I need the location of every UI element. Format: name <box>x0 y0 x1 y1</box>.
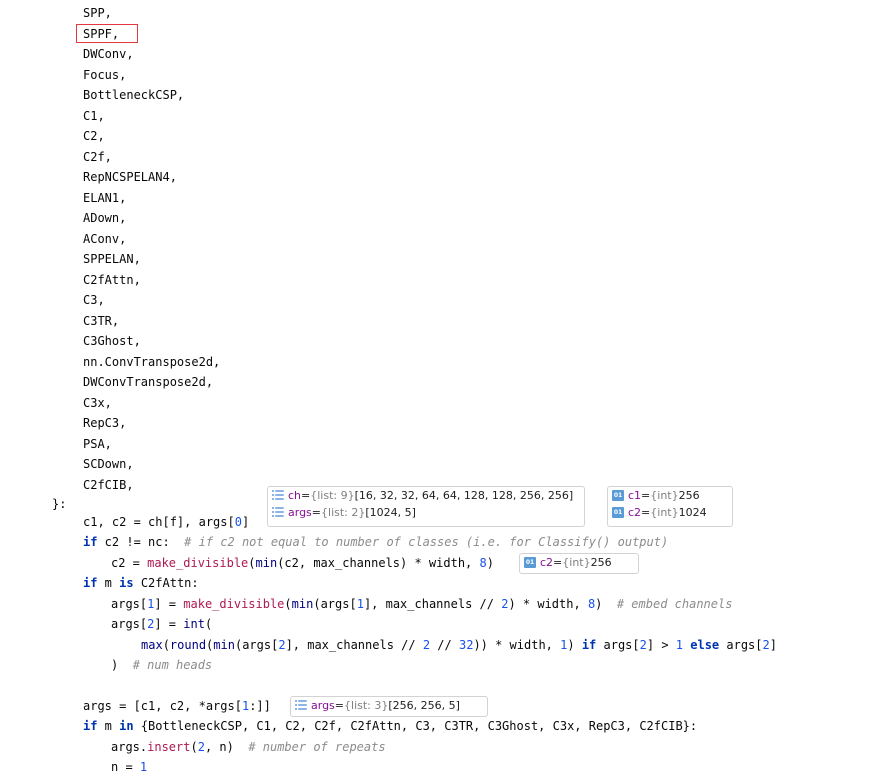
module-list-item: RepC3, <box>83 416 127 430</box>
list-icon <box>272 490 284 501</box>
code-line-c1-c2: c1, c2 = ch[f], args[0] <box>83 515 250 529</box>
module-list-item: nn.ConvTranspose2d, <box>83 354 221 369</box>
module-list-item: ADown, <box>83 211 127 225</box>
code-line-num-heads: ) # num heads <box>111 658 213 672</box>
selection-highlight-box <box>76 24 138 43</box>
module-list-item: C3Ghost, <box>83 334 141 348</box>
code-line-c2-assign: c2 = make_divisible(min(c2, max_channels… <box>111 556 494 570</box>
debug-hint-args[interactable]: args = {list: 2} [1024, 5] <box>268 504 584 521</box>
int-icon: 01 <box>524 557 536 568</box>
debug-hint-c2-result[interactable]: 01 c2 = {int} 256 <box>519 553 639 574</box>
list-icon <box>295 700 307 711</box>
module-list-item: C2fCIB, <box>83 477 134 492</box>
module-list-item: AConv, <box>83 231 127 246</box>
module-list-item: SCDown, <box>83 457 134 471</box>
debug-hint-args-row[interactable]: args = {list: 3} [256, 256, 5] <box>291 697 487 714</box>
code-line-args-list: args = [c1, c2, *args[1:]] <box>83 699 271 713</box>
module-list-item: C2, <box>83 129 105 143</box>
module-list-item: Focus, <box>83 67 127 82</box>
module-list-item: DWConv, <box>83 47 134 61</box>
module-list-item: ELAN1, <box>83 190 127 205</box>
list-icon <box>272 507 284 518</box>
closing-brace-line: }: <box>52 497 67 511</box>
int-icon: 01 <box>612 507 624 518</box>
code-line-args-insert: args.insert(2, n) # number of repeats <box>111 740 386 754</box>
debug-hint-c1[interactable]: 01 c1 = {int} 256 <box>608 487 732 504</box>
module-list-item: PSA, <box>83 436 112 451</box>
debug-hint-c1-c2[interactable]: 01 c1 = {int} 256 01 c2 = {int} 1024 <box>607 486 733 527</box>
module-list-item: SPP, <box>83 6 112 20</box>
module-list-item: C2fAttn, <box>83 272 141 287</box>
code-line-if-m-in: if m in {BottleneckCSP, C1, C2, C2f, C2f… <box>83 719 698 733</box>
module-list-item: DWConvTranspose2d, <box>83 375 214 389</box>
debug-hint-c2[interactable]: 01 c2 = {int} 1024 <box>608 504 732 521</box>
code-line-if-c2fattn: if m is C2fAttn: <box>83 576 199 590</box>
module-list-item: C3x, <box>83 395 112 410</box>
module-list-item: C2f, <box>83 149 112 164</box>
code-line-max-round: max(round(min(args[2], max_channels // 2… <box>141 638 777 652</box>
code-line-if-c2: if c2 != nc: # if c2 not equal to number… <box>83 535 669 549</box>
code-line-args1: args[1] = make_divisible(min(args[1], ma… <box>111 597 733 611</box>
int-icon: 01 <box>612 490 624 501</box>
module-list-item: RepNCSPELAN4, <box>83 170 177 184</box>
module-list-item: C3, <box>83 293 105 307</box>
debug-hint-ch[interactable]: ch = {list: 9} [16, 32, 32, 64, 64, 128,… <box>268 487 584 504</box>
module-list-item: C1, <box>83 108 105 123</box>
module-list-item: SPPELAN, <box>83 252 141 266</box>
code-line-args2: args[2] = int( <box>111 617 213 631</box>
debug-hint-c2-row[interactable]: 01 c2 = {int} 256 <box>520 554 638 571</box>
module-list-item: BottleneckCSP, <box>83 88 185 102</box>
debug-hint-args-result[interactable]: args = {list: 3} [256, 256, 5] <box>290 696 488 717</box>
debug-hint-ch-args[interactable]: ch = {list: 9} [16, 32, 32, 64, 64, 128,… <box>267 486 585 527</box>
module-list-item: C3TR, <box>83 313 120 328</box>
